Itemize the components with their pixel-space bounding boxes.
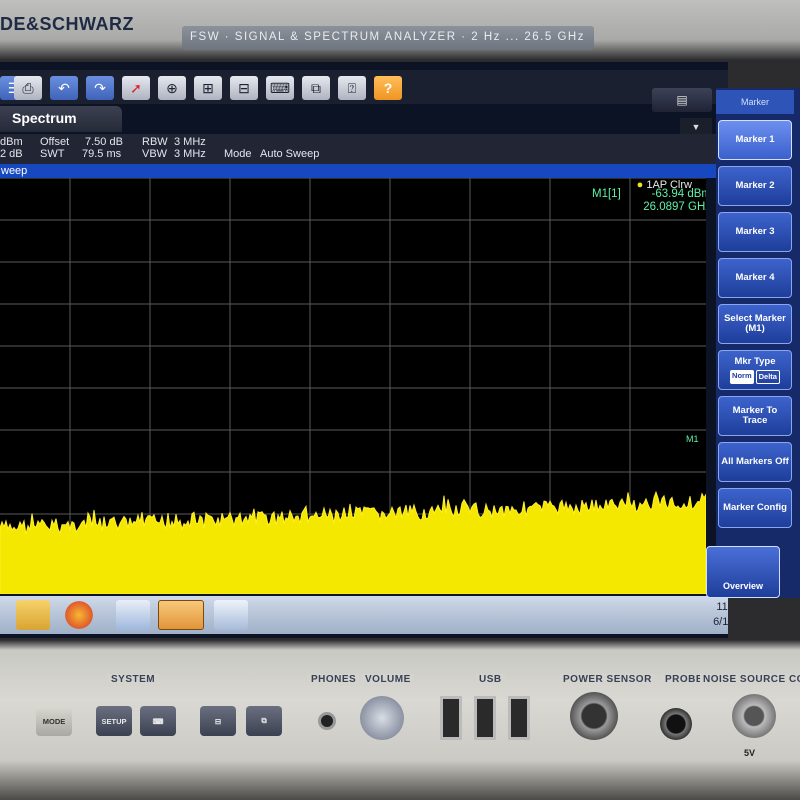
overview-label: Overview (722, 581, 764, 591)
analyzer-app-icon[interactable] (158, 600, 204, 630)
marker-level: -63.94 dBm (651, 188, 706, 200)
window-icon[interactable]: ▤ (652, 88, 712, 112)
marker-tag: M1 (686, 434, 699, 444)
spectrum-plot[interactable]: ● 1AP Clrw M1[1] -63.94 dBm 26.0897 GHz … (0, 178, 706, 594)
pointer-icon[interactable]: ➚ (122, 76, 150, 100)
help-button[interactable]: ? (374, 76, 402, 100)
usb-port-3[interactable] (508, 696, 530, 740)
marker-type-delta[interactable]: Delta (755, 369, 780, 384)
keyboard-icon[interactable]: ⌨ (266, 76, 294, 100)
display-split-button[interactable]: ⊟ (200, 706, 236, 736)
toolbar: ☰ ⎙ ↶ ↷ ➚ ⊕ ⊞ ⊟ ⌨ ⧉ ⍰ ? (0, 70, 728, 104)
multi-zoom-icon[interactable]: ⊞ (194, 76, 222, 100)
undo-icon[interactable]: ↶ (50, 76, 78, 100)
overview-button[interactable]: Overview (706, 546, 780, 598)
swt-label: SWT (40, 148, 65, 160)
system-label: SYSTEM (108, 674, 159, 685)
softkey-marker-to-trace[interactable]: Marker To Trace (718, 396, 792, 436)
instrument: DE&SCHWARZ FSW · SIGNAL & SPECTRUM ANALY… (0, 0, 800, 800)
screenshot-icon[interactable]: ⧉ (302, 76, 330, 100)
offset-label: Offset (40, 136, 70, 148)
usb-port-2[interactable] (474, 696, 496, 740)
redo-icon[interactable]: ↷ (86, 76, 114, 100)
softkey-marker-1[interactable]: Marker 1 (718, 120, 792, 160)
measurement-info: dBm 2 dB Offset 7.50 dB SWT 79.5 ms RBW … (0, 134, 716, 164)
softkey-select-marker[interactable]: Select Marker (M1) (718, 304, 792, 344)
voltage-label: 5V (744, 748, 756, 758)
marker-type-norm[interactable]: Norm (730, 369, 754, 384)
document-icon[interactable] (214, 600, 248, 630)
setup-button[interactable]: SETUP (96, 706, 132, 736)
power-sensor-label: POWER SENSOR (560, 674, 655, 685)
softkey-all-markers-off[interactable]: All Markers Off (718, 442, 792, 482)
tab-spectrum[interactable]: Spectrum (0, 106, 122, 132)
rbw-value: 3 MHz (174, 136, 206, 148)
softkey-panel: Marker Marker 1 Marker 2 Marker 3 Marker… (716, 88, 800, 598)
zoom-icon[interactable]: ⊕ (158, 76, 186, 100)
taskbar: 11:59 AM 6/15/2020 (0, 596, 728, 634)
softkey-marker-config[interactable]: Marker Config (718, 488, 792, 528)
swt-value: 79.5 ms (82, 148, 122, 160)
noise-source-label: NOISE SOURCE CONTR (700, 674, 800, 685)
volume-label: VOLUME (362, 674, 414, 685)
sweep-title-bar: weep (0, 164, 716, 178)
volume-knob[interactable] (360, 696, 404, 740)
usb-label: USB (476, 674, 505, 685)
softkey-marker-2[interactable]: Marker 2 (718, 166, 792, 206)
spectrum-graph (0, 178, 706, 594)
rbw-label: RBW (142, 136, 168, 148)
phones-jack[interactable] (318, 712, 336, 730)
vbw-value: 3 MHz (174, 148, 206, 160)
marker-name: M1[1] (592, 188, 621, 200)
wordpad-icon[interactable] (116, 600, 150, 630)
zoom-off-icon[interactable]: ⊟ (230, 76, 258, 100)
display-config-button[interactable]: ⧉ (246, 706, 282, 736)
spectrum-trace (0, 490, 706, 594)
mode-value: Auto Sweep (260, 148, 320, 160)
ref-level-unit: dBm (0, 136, 23, 148)
brand-logo: DE&SCHWARZ (0, 14, 134, 34)
context-help-icon[interactable]: ⍰ (338, 76, 366, 100)
softkey-marker-type[interactable]: Mkr Type Norm Delta (718, 350, 792, 390)
paint-icon[interactable] (62, 600, 96, 630)
vbw-label: VBW (142, 148, 168, 160)
print-icon[interactable]: ⎙ (14, 76, 42, 100)
usb-port-1[interactable] (440, 696, 462, 740)
marker-frequency: 26.0897 GHz (643, 201, 706, 213)
attenuation-value: 2 dB (0, 148, 23, 160)
folder-icon[interactable] (16, 600, 50, 630)
probe-connector[interactable] (660, 708, 692, 740)
power-sensor-connector[interactable] (570, 692, 618, 740)
offset-value: 7.50 dB (85, 136, 123, 148)
clock-time: 11:59 AM (716, 601, 728, 613)
mode-label: Mode (224, 148, 252, 160)
system-clock: 11:59 AM 6/15/2020 (713, 600, 728, 630)
softkey-marker-3[interactable]: Marker 3 (718, 212, 792, 252)
analyzer-screen: ☰ ⎙ ↶ ↷ ➚ ⊕ ⊞ ⊟ ⌨ ⧉ ⍰ ? ▤ Spectrum ▼ dBm… (0, 62, 728, 638)
noise-source-connector[interactable] (732, 694, 776, 738)
marker-type-label: Mkr Type (734, 355, 776, 367)
clock-date: 6/15/2020 (713, 616, 728, 628)
mode-button[interactable]: MODE (36, 706, 72, 736)
phones-label: PHONES (308, 674, 360, 685)
marker-type-toggle[interactable]: Norm Delta (730, 369, 780, 384)
softkey-title: Marker (716, 90, 794, 114)
keyboard-button[interactable]: ⌨ (140, 706, 176, 736)
model-strip: FSW · SIGNAL & SPECTRUM ANALYZER · 2 Hz … (182, 26, 594, 50)
softkey-marker-4[interactable]: Marker 4 (718, 258, 792, 298)
